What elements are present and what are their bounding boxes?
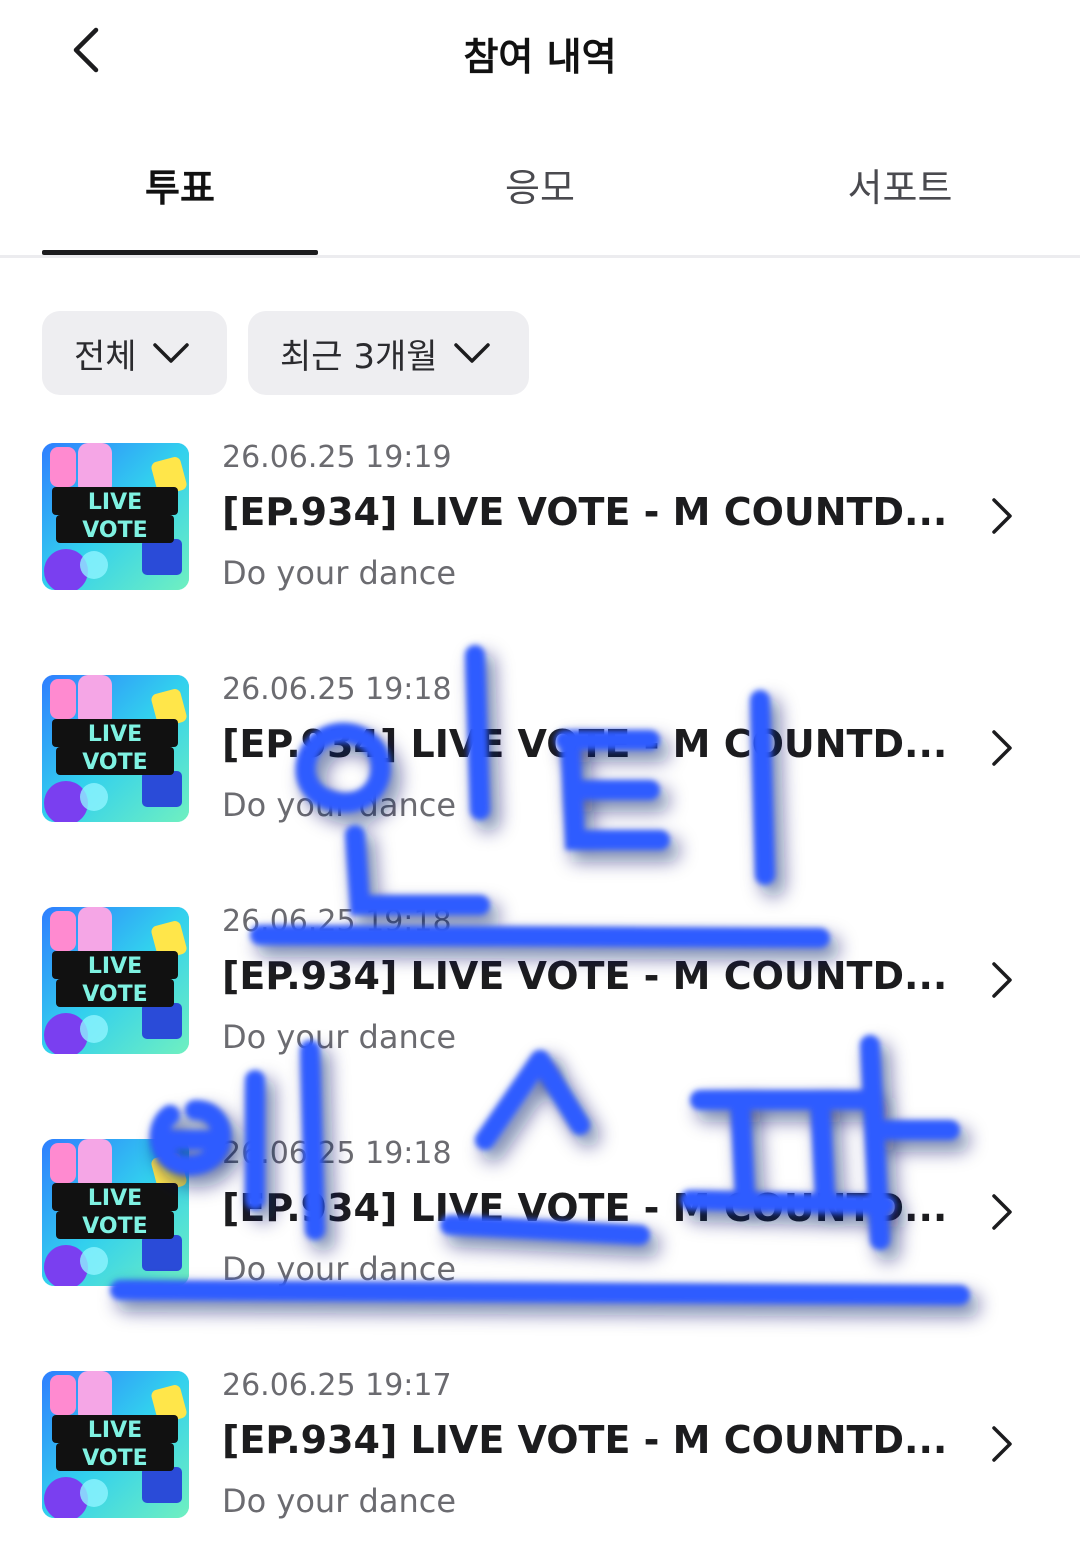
thumbnail-line1: LIVE bbox=[88, 490, 142, 515]
participation-history-screen: 참여 내역 투표 응모 서포트 전체 최근 3개월 LIVE VOTE 26.0… bbox=[0, 0, 1080, 1551]
thumbnail-line1: LIVE bbox=[88, 722, 142, 747]
chevron-down-icon bbox=[453, 343, 490, 363]
tab-entry[interactable]: 응모 bbox=[402, 140, 678, 255]
scribble-stroke bbox=[116, 1288, 980, 1317]
vote-date: 26.06.25 19:17 bbox=[222, 1368, 452, 1403]
period-filter-dropdown[interactable]: 최근 3개월 bbox=[248, 311, 529, 395]
tab-vote[interactable]: 투표 bbox=[42, 140, 318, 255]
list-item[interactable]: LIVE VOTE 26.06.25 19:18 [EP.934] LIVE V… bbox=[0, 664, 1080, 834]
live-vote-thumbnail: LIVE VOTE bbox=[42, 675, 189, 822]
chevron-right-icon bbox=[992, 962, 1012, 998]
list-item[interactable]: LIVE VOTE 26.06.25 19:18 [EP.934] LIVE V… bbox=[0, 1128, 1080, 1298]
chevron-right-icon bbox=[992, 1194, 1012, 1230]
page-title: 참여 내역 bbox=[463, 35, 617, 79]
period-filter-label: 최근 3개월 bbox=[280, 336, 438, 377]
chevron-right-icon bbox=[992, 1426, 1012, 1462]
scribble-stroke bbox=[530, 1050, 590, 1135]
vote-date: 26.06.25 19:18 bbox=[222, 904, 452, 939]
thumbnail-line2: VOTE bbox=[82, 750, 147, 775]
thumbnail-line2: VOTE bbox=[82, 1214, 147, 1239]
active-tab-indicator bbox=[42, 250, 318, 255]
chevron-down-icon bbox=[152, 343, 189, 363]
vote-date: 26.06.25 19:18 bbox=[222, 672, 452, 707]
vote-title: [EP.934] LIVE VOTE - M COUNTD... bbox=[222, 1418, 948, 1462]
thumbnail-line2: VOTE bbox=[82, 518, 147, 543]
tab-bar: 투표 응모 서포트 bbox=[0, 140, 1080, 258]
vote-title: [EP.934] LIVE VOTE - M COUNTD... bbox=[222, 490, 948, 534]
chevron-right-icon bbox=[992, 498, 1012, 534]
thumbnail-line1: LIVE bbox=[88, 954, 142, 979]
vote-title: [EP.934] LIVE VOTE - M COUNTD... bbox=[222, 954, 948, 998]
live-vote-thumbnail: LIVE VOTE bbox=[42, 1139, 189, 1286]
vote-subtitle: Do your dance bbox=[222, 786, 456, 824]
vote-date: 26.06.25 19:18 bbox=[222, 1136, 452, 1171]
scribble-stroke bbox=[536, 1058, 600, 1147]
list-item[interactable]: LIVE VOTE 26.06.25 19:17 [EP.934] LIVE V… bbox=[0, 1360, 1080, 1530]
category-filter-label: 전체 bbox=[74, 336, 137, 377]
thumbnail-line2: VOTE bbox=[82, 1446, 147, 1471]
vote-title: [EP.934] LIVE VOTE - M COUNTD... bbox=[222, 1186, 948, 1230]
chevron-right-icon bbox=[992, 730, 1012, 766]
tab-support[interactable]: 서포트 bbox=[762, 140, 1038, 255]
thumbnail-line1: LIVE bbox=[88, 1186, 142, 1211]
live-vote-thumbnail: LIVE VOTE bbox=[42, 443, 189, 590]
list-item[interactable]: LIVE VOTE 26.06.25 19:18 [EP.934] LIVE V… bbox=[0, 896, 1080, 1066]
thumbnail-line1: LIVE bbox=[88, 1418, 142, 1443]
vote-title: [EP.934] LIVE VOTE - M COUNTD... bbox=[222, 722, 948, 766]
vote-subtitle: Do your dance bbox=[222, 554, 456, 592]
header: 참여 내역 bbox=[0, 0, 1080, 110]
vote-subtitle: Do your dance bbox=[222, 1482, 456, 1520]
vote-subtitle: Do your dance bbox=[222, 1250, 456, 1288]
list-item[interactable]: LIVE VOTE 26.06.25 19:19 [EP.934] LIVE V… bbox=[0, 432, 1080, 602]
vote-subtitle: Do your dance bbox=[222, 1018, 456, 1056]
live-vote-thumbnail: LIVE VOTE bbox=[42, 907, 189, 1054]
thumbnail-line2: VOTE bbox=[82, 982, 147, 1007]
scribble-stroke bbox=[345, 825, 490, 915]
vote-date: 26.06.25 19:19 bbox=[222, 440, 452, 475]
category-filter-dropdown[interactable]: 전체 bbox=[42, 311, 227, 395]
live-vote-thumbnail: LIVE VOTE bbox=[42, 1371, 189, 1518]
